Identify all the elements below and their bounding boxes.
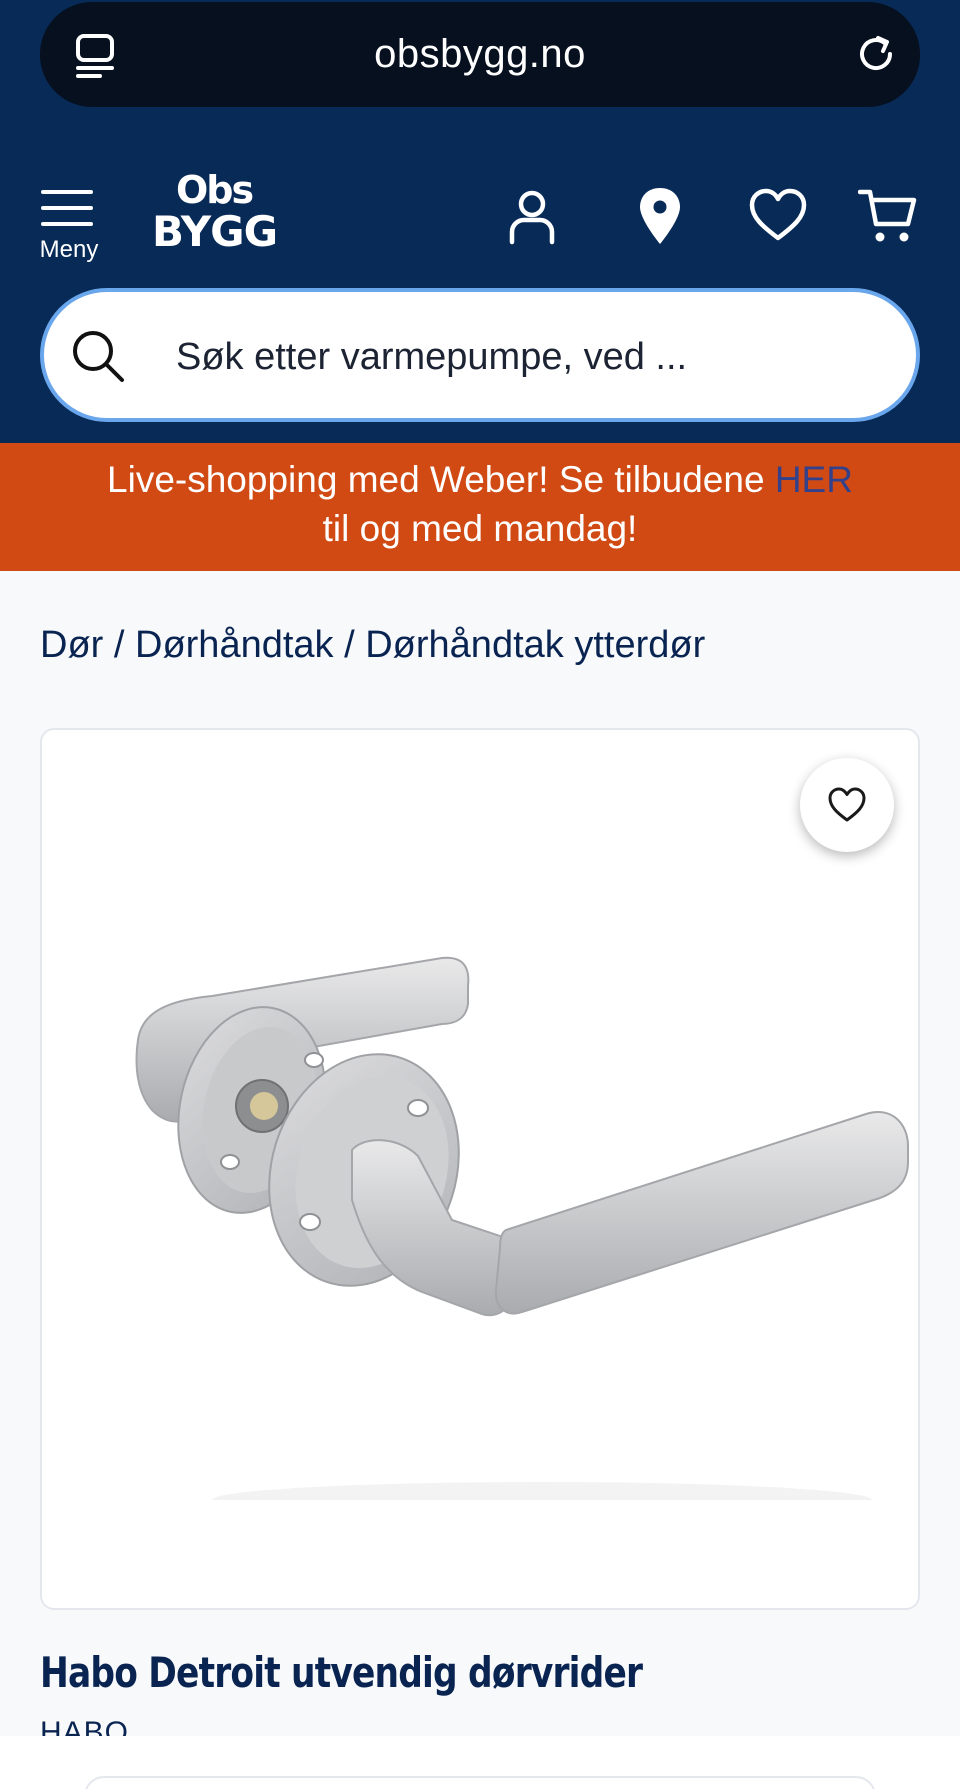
location-pin-icon[interactable] — [630, 186, 690, 246]
heart-icon — [828, 787, 866, 822]
logo-bottom-text: BYGG — [152, 207, 278, 256]
menu-button[interactable]: Meny — [34, 180, 104, 270]
banner-text-line2: til og med mandag! — [322, 508, 638, 549]
banner-text: Live-shopping med Weber! Se tilbudene — [107, 459, 775, 500]
site-header: obsbygg.no Meny Obs BYGG Søk etter varme… — [0, 0, 960, 443]
browser-url-bar[interactable]: obsbygg.no — [40, 2, 920, 107]
product-image-card[interactable] — [40, 728, 920, 1610]
reload-icon[interactable] — [852, 30, 900, 78]
heart-icon[interactable] — [748, 186, 808, 246]
search-field[interactable]: Søk etter varmepumpe, ved ... — [40, 288, 920, 422]
banner-link[interactable]: HER — [775, 459, 853, 500]
breadcrumb-item-dorhandtak-ytterdor[interactable]: Dørhåndtak ytterdør — [365, 624, 705, 666]
browser-url[interactable]: obsbygg.no — [40, 32, 920, 77]
breadcrumb-separator: / — [344, 624, 355, 666]
search-icon — [73, 331, 124, 382]
product-brand[interactable]: HABO — [40, 1716, 129, 1738]
menu-label: Meny — [39, 236, 99, 263]
breadcrumb: Dør / Dørhåndtak / Dørhåndtak ytterdør — [40, 624, 705, 667]
door-lever-handle-image — [135, 956, 909, 1500]
breadcrumb-item-dorhandtak[interactable]: Dørhåndtak — [135, 624, 334, 666]
breadcrumb-separator: / — [113, 624, 125, 666]
obs-bygg-logo[interactable]: Obs BYGG — [152, 168, 278, 260]
search-placeholder[interactable]: Søk etter varmepumpe, ved ... — [176, 336, 687, 379]
breadcrumb-item-dor[interactable]: Dør — [40, 624, 103, 666]
hamburger-icon — [41, 190, 93, 226]
cart-icon[interactable] — [858, 186, 918, 246]
promo-banner[interactable]: Live-shopping med Weber! Se tilbudene HE… — [0, 443, 960, 571]
product-title: Habo Detroit utvendig dørvrider — [40, 1648, 643, 1697]
logo-top-text: Obs — [175, 168, 254, 212]
user-icon[interactable] — [502, 186, 562, 246]
bottom-action-button[interactable] — [84, 1776, 876, 1789]
add-to-favorites-button[interactable] — [800, 758, 894, 852]
